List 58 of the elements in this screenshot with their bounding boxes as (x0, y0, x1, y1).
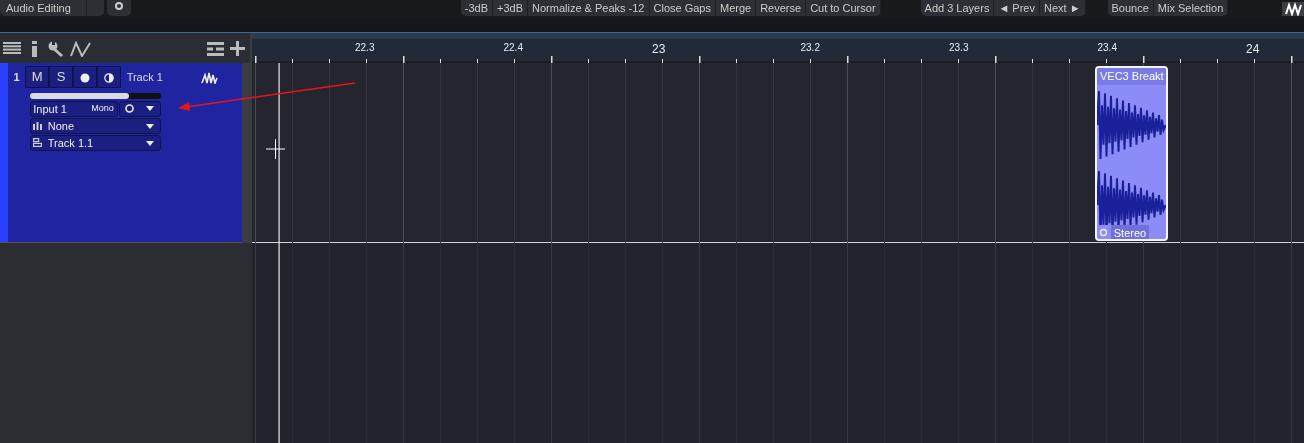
preset-dropdown[interactable]: Audio Editing (0, 0, 104, 16)
track-header[interactable]: 1 M S Track 1 Input 1 Mono None Track 1.1 (0, 63, 242, 243)
ruler-label: 23.3 (949, 41, 969, 55)
add-icon[interactable] (229, 41, 245, 57)
toolbar-button[interactable]: Cut to Cursor (806, 0, 881, 16)
record-button[interactable] (73, 65, 98, 88)
automation-icon[interactable] (69, 40, 94, 57)
toolbar-button[interactable]: ◄ Prev (994, 0, 1040, 16)
list-icon[interactable] (207, 41, 224, 56)
volume-slider[interactable] (29, 92, 161, 99)
audio-clip[interactable]: VEC3 Breakt Stereo (1095, 66, 1168, 241)
toolbar-button[interactable]: Merge (716, 0, 757, 16)
clip-name: VEC3 Breakt (1097, 68, 1166, 85)
clip-format: Stereo (1110, 224, 1150, 239)
ruler-label: 22.4 (503, 41, 523, 55)
scrollbar[interactable] (242, 63, 252, 243)
toolbar-button[interactable]: +3dB (493, 0, 528, 16)
selector-value: Track 1.1 (47, 135, 94, 151)
monitor-icon (104, 72, 115, 83)
toolbar-button[interactable]: Reverse (756, 0, 807, 16)
caret-icon (146, 141, 154, 147)
ruler-label: 22.3 (355, 41, 375, 55)
circle-icon (125, 104, 135, 114)
crosshair-icon (266, 139, 285, 159)
monitor-toggle[interactable] (118, 100, 161, 117)
toolbar-button[interactable]: Bounce (1107, 0, 1154, 16)
ruler-label: 23.4 (1097, 41, 1117, 55)
track-button[interactable]: M (25, 65, 50, 88)
menu-icon[interactable] (2, 42, 21, 54)
toolbar-button[interactable]: -3dB (460, 0, 493, 16)
bars-icon (33, 121, 43, 131)
toolbar-button[interactable]: Mix Selection (1153, 0, 1229, 16)
waveform-icon[interactable] (1282, 2, 1304, 17)
track-number: 1 (13, 69, 20, 85)
info-icon[interactable] (31, 40, 37, 57)
toolbar-button[interactable]: Normalize & Peaks -12 (528, 0, 650, 16)
monitor-button[interactable] (97, 65, 122, 88)
ruler-label: 23 (652, 41, 666, 58)
record-icon (80, 72, 91, 83)
track-name: Track 1 (126, 69, 163, 85)
caret-icon (145, 106, 154, 112)
channel-mode-label: Mono (91, 102, 114, 115)
timeline-ruler[interactable]: 22.3 22.4 23 23.2 23.3 23.4 24 (252, 33, 1304, 63)
output-selector[interactable]: Track 1.1 (29, 134, 161, 151)
track-button[interactable]: S (49, 65, 74, 88)
toolbar-button[interactable]: Close Gaps (649, 0, 716, 16)
ruler-label: 23.2 (800, 41, 820, 55)
insert-selector[interactable]: None (29, 117, 161, 134)
output-icon (33, 138, 43, 148)
caret-icon (146, 124, 154, 130)
input-selector[interactable]: Input 1 Mono (29, 100, 118, 117)
toolbar-button[interactable]: Next ► (1039, 0, 1086, 16)
waveform-icon[interactable] (200, 71, 218, 84)
selector-value: None (47, 118, 75, 134)
ruler-label: 24 (1246, 41, 1260, 58)
input-label: Input 1 (33, 101, 67, 117)
toolbar-button[interactable]: Add 3 Layers (920, 0, 995, 16)
wrench-icon[interactable] (47, 40, 64, 57)
